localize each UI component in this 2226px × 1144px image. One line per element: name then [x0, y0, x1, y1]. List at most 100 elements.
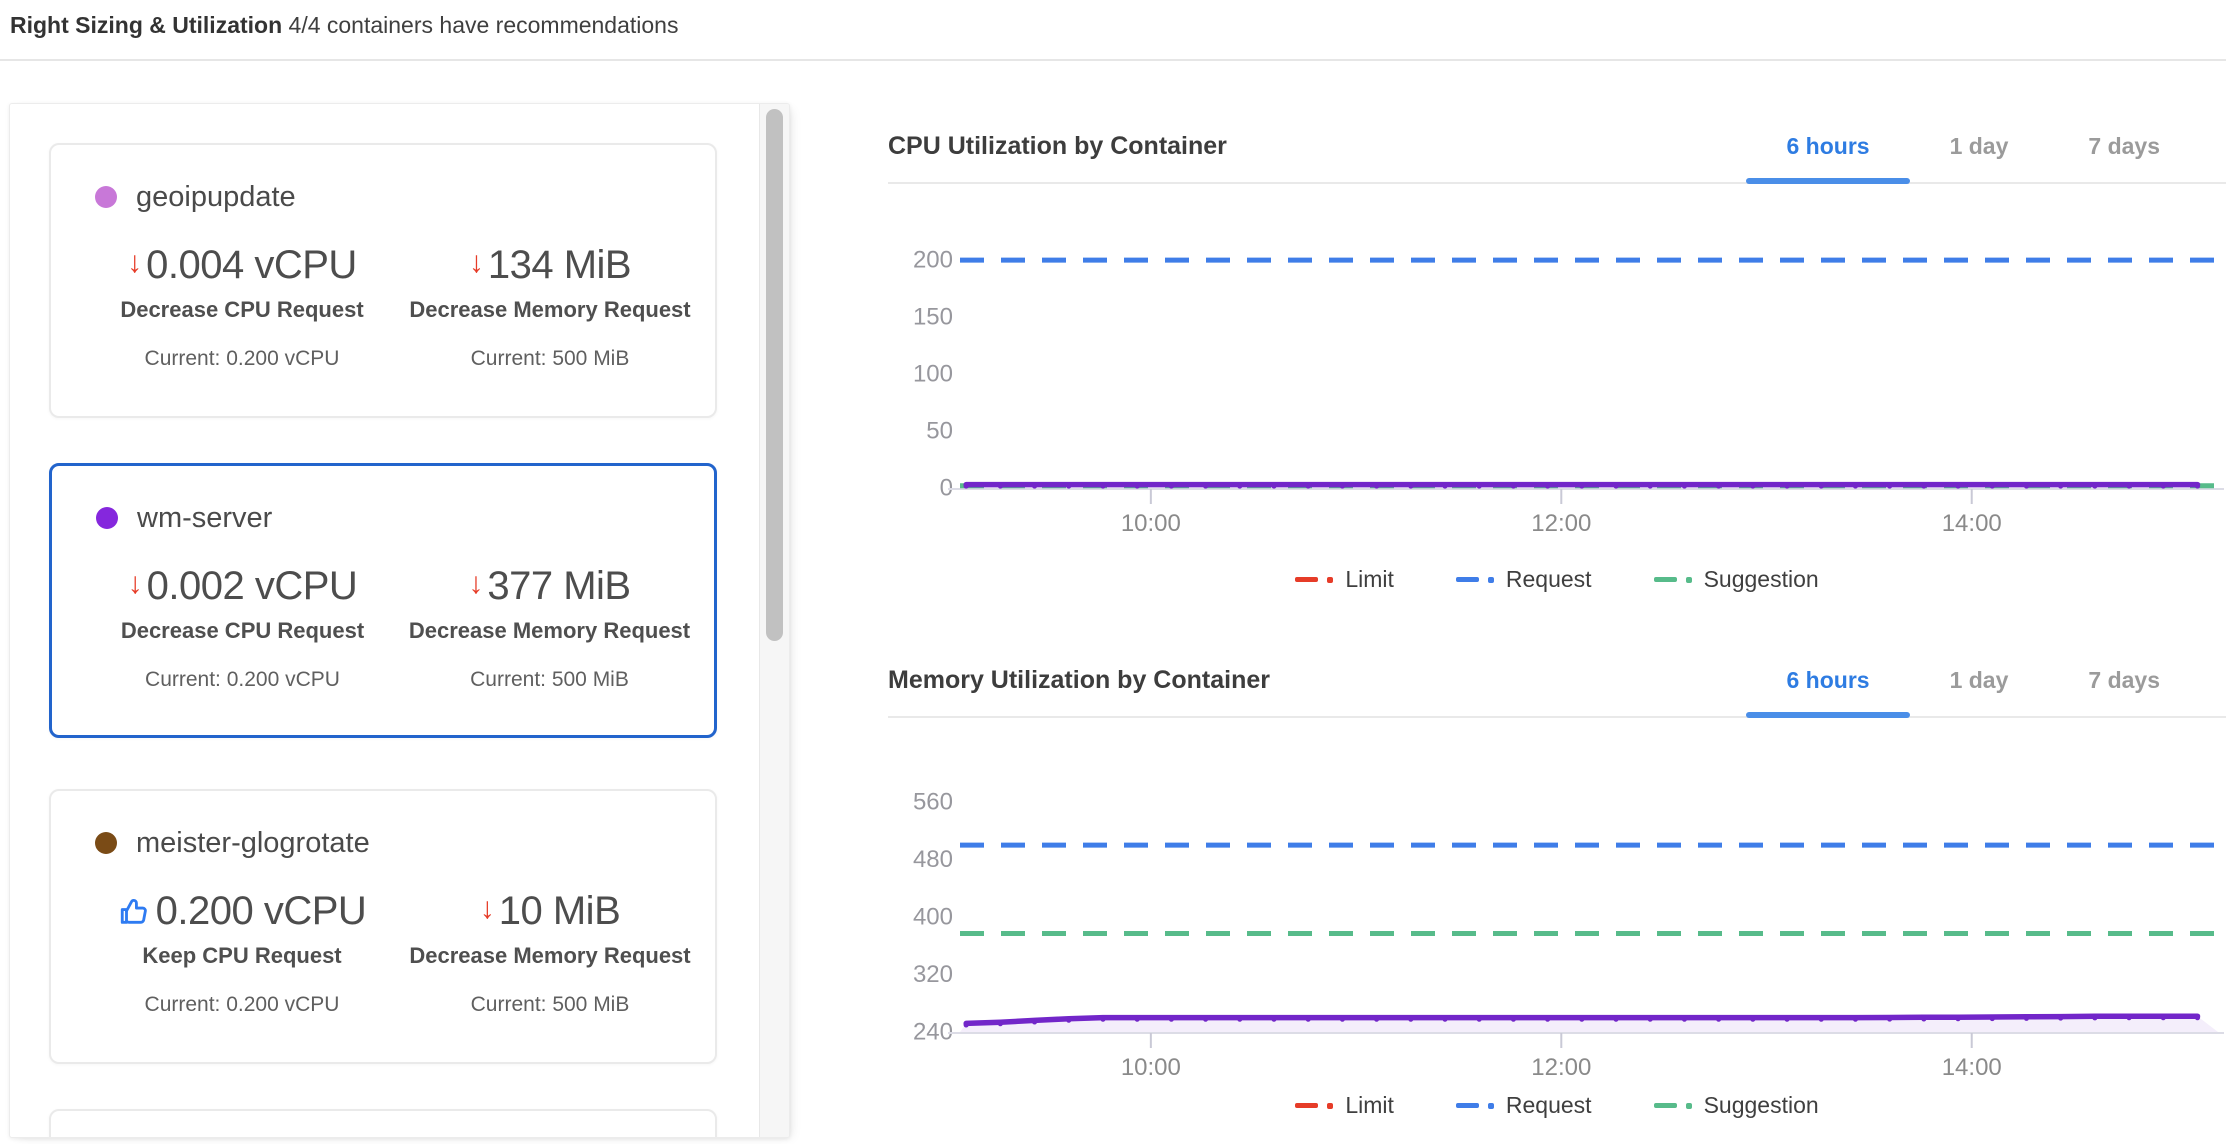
- recommendation-value: 0.002 vCPU: [147, 564, 358, 609]
- recommendation-value: 0.004 vCPU: [146, 243, 357, 288]
- container-color-dot: [95, 832, 117, 854]
- arrow-down-icon: ↓: [480, 894, 495, 924]
- scrollbar-thumb[interactable]: [766, 109, 783, 641]
- memory-recommendation: ↓377 MiB Decrease Memory Request Current: …: [403, 558, 696, 692]
- recommendation-value: 0.200 vCPU: [156, 889, 367, 934]
- x-axis-tick-label: 14:00: [1942, 1054, 2002, 1081]
- memory-recommendation: ↓10 MiB Decrease Memory Request Current: 5…: [403, 883, 697, 1017]
- x-axis-tick-label: 10:00: [1121, 510, 1181, 537]
- container-card-partial[interactable]: [49, 1109, 717, 1138]
- memory-time-range-tabs: 6 hours1 day7 days: [1746, 644, 2226, 716]
- recommendation-action: Decrease CPU Request: [120, 297, 363, 323]
- container-card-wm-server[interactable]: wm-server↓0.002 vCPUDecrease CPU Request…: [49, 463, 717, 738]
- recommendation-current: Current: 0.200 vCPU: [145, 668, 340, 692]
- recommendation-action: Decrease Memory Request: [409, 618, 690, 644]
- legend-label: Limit: [1345, 1092, 1394, 1119]
- legend-dash-icon: [1654, 1103, 1677, 1108]
- legend-label: Request: [1506, 1092, 1592, 1119]
- y-axis-tick-label: 50: [926, 418, 953, 445]
- container-name: wm-server: [137, 502, 272, 535]
- legend-item-suggestion[interactable]: Suggestion: [1654, 566, 1819, 593]
- legend-dash-icon: [1456, 577, 1479, 582]
- cpu-chart-title: CPU Utilization by Container: [888, 132, 1227, 161]
- right-sizing-page: Right Sizing & Utilization 4/4 container…: [0, 0, 2226, 1144]
- cpu-time-range-tabs: 6 hours1 day7 days: [1746, 110, 2226, 182]
- legend-item-request[interactable]: Request: [1456, 566, 1592, 593]
- page-subtitle: 4/4 containers have recommendations: [289, 12, 679, 38]
- recommendation-action: Decrease Memory Request: [409, 297, 690, 323]
- thumbs-up-icon: [118, 894, 152, 928]
- tab-7-days[interactable]: 7 days: [2048, 110, 2200, 182]
- container-color-dot: [96, 507, 118, 529]
- header-divider: [0, 59, 2226, 61]
- y-axis-tick-label: 480: [913, 846, 953, 873]
- container-card-geoipupdate[interactable]: geoipupdate↓0.004 vCPUDecrease CPU Reque…: [49, 143, 717, 418]
- legend-dash-icon: [1456, 1103, 1479, 1108]
- vertical-scrollbar[interactable]: [759, 104, 789, 1137]
- recommendation-action: Decrease Memory Request: [409, 943, 690, 969]
- y-axis-tick-label: 150: [913, 304, 953, 331]
- legend-dot-icon: [1488, 1103, 1494, 1109]
- page-title: Right Sizing & Utilization 4/4 container…: [10, 12, 678, 39]
- legend-item-limit[interactable]: Limit: [1295, 1092, 1394, 1119]
- legend-item-suggestion[interactable]: Suggestion: [1654, 1092, 1819, 1119]
- tab-7-days[interactable]: 7 days: [2048, 644, 2200, 716]
- cpu-chart-header: CPU Utilization by Container 6 hours1 da…: [888, 110, 2226, 184]
- legend-dot-icon: [1686, 1103, 1692, 1109]
- recommendation-current: Current: 500 MiB: [471, 347, 630, 371]
- legend-item-limit[interactable]: Limit: [1295, 566, 1394, 593]
- x-axis-tick-label: 12:00: [1531, 510, 1591, 537]
- x-axis-tick-label: 12:00: [1531, 1054, 1591, 1081]
- legend-dot-icon: [1686, 577, 1692, 583]
- tab-6-hours[interactable]: 6 hours: [1746, 644, 1909, 716]
- legend-dot-icon: [1327, 1103, 1333, 1109]
- y-axis-tick-label: 400: [913, 903, 953, 930]
- arrow-down-icon: ↓: [469, 248, 484, 278]
- legend-label: Suggestion: [1704, 1092, 1819, 1119]
- recommendation-value: 134 MiB: [488, 243, 631, 288]
- memory-chart-plot: 560 480 400 320 240 10:00 12:00 14:00: [888, 740, 2226, 1085]
- y-axis-tick-label: 240: [913, 1019, 953, 1046]
- tab-6-hours[interactable]: 6 hours: [1746, 110, 1909, 182]
- cpu-chart-legend: Limit Request Suggestion: [888, 566, 2226, 593]
- recommendation-value: 377 MiB: [487, 564, 630, 609]
- legend-dash-icon: [1295, 577, 1318, 582]
- legend-dot-icon: [1327, 577, 1333, 583]
- cpu-recommendation: 0.200 vCPU Keep CPU Request Current: 0.200…: [95, 883, 389, 1017]
- y-axis-tick-label: 560: [913, 788, 953, 815]
- x-axis-tick-label: 14:00: [1942, 510, 2002, 537]
- page-title-text: Right Sizing & Utilization: [10, 12, 282, 38]
- tab-1-day[interactable]: 1 day: [1910, 110, 2049, 182]
- arrow-down-icon: ↓: [127, 248, 142, 278]
- legend-dot-icon: [1488, 577, 1494, 583]
- legend-dash-icon: [1295, 1103, 1318, 1108]
- container-name: meister-glogrotate: [136, 827, 370, 860]
- containers-panel: geoipupdate↓0.004 vCPUDecrease CPU Reque…: [9, 103, 790, 1138]
- container-card-meister-glogrotate[interactable]: meister-glogrotate 0.200 vCPU Keep CPU Req…: [49, 789, 717, 1064]
- legend-label: Suggestion: [1704, 566, 1819, 593]
- recommendation-action: Decrease CPU Request: [121, 618, 364, 644]
- arrow-down-icon: ↓: [468, 569, 483, 599]
- memory-chart-header: Memory Utilization by Container 6 hours1…: [888, 644, 2226, 718]
- legend-item-request[interactable]: Request: [1456, 1092, 1592, 1119]
- cpu-recommendation: ↓0.002 vCPU Decrease CPU Request Current: …: [96, 558, 389, 692]
- recommendation-value: 10 MiB: [499, 889, 621, 934]
- container-name: geoipupdate: [136, 181, 296, 214]
- recommendation-action: Keep CPU Request: [142, 943, 341, 969]
- y-axis-tick-label: 320: [913, 961, 953, 988]
- legend-dash-icon: [1654, 577, 1677, 582]
- memory-recommendation: ↓134 MiB Decrease Memory Request Current: …: [403, 237, 697, 371]
- memory-chart-legend: Limit Request Suggestion: [888, 1092, 2226, 1119]
- container-color-dot: [95, 186, 117, 208]
- recommendation-current: Current: 500 MiB: [471, 993, 630, 1017]
- cpu-chart-plot: 20015010050010:0012:0014:00: [888, 195, 2226, 555]
- legend-label: Limit: [1345, 566, 1394, 593]
- tab-1-day[interactable]: 1 day: [1910, 644, 2049, 716]
- cpu-recommendation: ↓0.004 vCPU Decrease CPU Request Current: …: [95, 237, 389, 371]
- x-axis-tick-label: 10:00: [1121, 1054, 1181, 1081]
- recommendation-current: Current: 500 MiB: [470, 668, 629, 692]
- arrow-down-icon: ↓: [128, 569, 143, 599]
- recommendation-current: Current: 0.200 vCPU: [145, 347, 340, 371]
- recommendation-current: Current: 0.200 vCPU: [145, 993, 340, 1017]
- legend-label: Request: [1506, 566, 1592, 593]
